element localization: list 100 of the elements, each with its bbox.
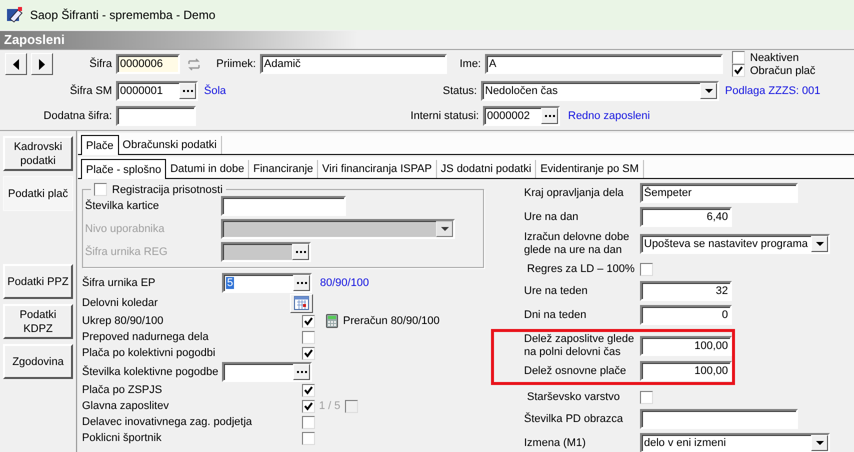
tab[interactable]: Financiranje <box>249 160 318 178</box>
text-field[interactable] <box>116 106 196 126</box>
checkbox-label: Neaktiven <box>750 52 799 64</box>
field-label: Šifra urnika EP <box>82 276 156 288</box>
lookup-field[interactable] <box>222 362 312 382</box>
field-label: Poklicni športnik <box>82 432 162 444</box>
left-arrow-icon <box>13 58 19 70</box>
next-button[interactable] <box>31 53 53 75</box>
field-label: Kraj opravljanja dela <box>524 186 625 200</box>
checkbox[interactable] <box>345 400 358 412</box>
sync-icon <box>188 58 200 70</box>
text-field[interactable] <box>221 196 346 216</box>
number-field[interactable]: 32 <box>640 281 732 301</box>
tab[interactable]: JS dodatni podatki <box>436 160 536 178</box>
dropdown-field[interactable]: Upošteva se nastavitev programa <box>640 234 830 254</box>
sidebar-button[interactable]: Podatki PPZ <box>3 264 73 299</box>
calculator-icon <box>326 314 338 328</box>
tab[interactable]: Plače - splošno <box>81 159 166 179</box>
browse-button[interactable] <box>293 274 310 290</box>
field-label: Dodatna šifra: <box>42 110 113 122</box>
field-label: Delavec inovativnega zag. podjetja <box>82 416 252 428</box>
field-label: Priimek: <box>215 58 257 70</box>
field-label: Status: <box>442 85 478 97</box>
number-field[interactable]: 6,40 <box>640 207 732 227</box>
text-field[interactable] <box>640 409 798 429</box>
number-field[interactable]: 100,00 <box>640 336 732 356</box>
browse-button[interactable] <box>541 108 558 124</box>
previous-button[interactable] <box>5 53 27 75</box>
sidebar-button[interactable]: Kadrovski podatki <box>3 136 73 171</box>
field-label: Prepoved nadurnega dela <box>82 331 210 343</box>
field-label: Šifra urnika REG <box>85 246 169 258</box>
field-label: Plača po kolektivni pogodbi <box>82 347 216 359</box>
field-label: Delovni koledar <box>82 297 159 309</box>
lookup-result: Šola <box>203 85 228 97</box>
dropdown-button[interactable] <box>811 236 828 252</box>
checkbox[interactable] <box>640 262 653 276</box>
checkbox-label: Registracija prisotnosti <box>112 184 223 196</box>
checkbox[interactable] <box>302 346 315 360</box>
field-label: Ime: <box>458 58 482 70</box>
dropdown-field[interactable]: delo v eni izmeni <box>640 433 830 452</box>
checkbox-label: Obračun plač <box>750 64 816 76</box>
field-label: Številka PD obrazca <box>524 412 624 426</box>
field-label: Starševsko varstvo <box>526 391 621 403</box>
sidebar-button[interactable]: Zgodovina <box>3 344 73 379</box>
tab[interactable]: Obračunski podatki <box>118 136 222 154</box>
field-label: Delež osnovne plače <box>524 364 628 378</box>
calendar-button[interactable] <box>290 294 313 312</box>
lookup-field[interactable]: 5 <box>222 272 312 292</box>
right-arrow-icon <box>39 58 45 70</box>
caret-down-icon <box>440 227 448 231</box>
field-label: Šifra <box>88 58 113 70</box>
tab[interactable]: Evidentiranje po SM <box>536 160 644 178</box>
checkbox[interactable] <box>302 400 315 412</box>
field-label: Dni na teden <box>524 308 588 322</box>
tab[interactable]: Viri financiranja ISPAP <box>318 160 437 178</box>
lookup-result: 80/90/100 <box>320 276 369 288</box>
checkbox[interactable] <box>732 51 745 64</box>
caret-down-icon <box>816 242 824 246</box>
status-dropdown[interactable]: Nedoločen čas <box>481 81 719 101</box>
dropdown-button[interactable] <box>811 435 828 451</box>
field-label: Šifra SM <box>68 85 113 97</box>
lookup-field[interactable]: 0000001 <box>116 81 198 101</box>
number-field[interactable]: 100,00 <box>640 361 732 381</box>
field-label: Številka kartice <box>85 200 160 212</box>
checkbox[interactable] <box>302 416 315 428</box>
name-field[interactable]: A <box>485 54 723 74</box>
field-label: Ure na teden <box>524 284 589 298</box>
field-label: Nivo uporabnika <box>85 223 166 235</box>
field-label: Delež zaposlitve glede na polni delovni čas <box>524 333 636 359</box>
counter-label: 1 / 5 <box>319 400 342 412</box>
checkbox[interactable] <box>640 390 653 404</box>
tab[interactable]: Datumi in dobe <box>166 160 250 178</box>
dropdown-button[interactable] <box>700 83 717 99</box>
info-label: Podlaga ZZZS: 001 <box>725 85 820 97</box>
checkbox[interactable] <box>302 314 315 328</box>
browse-button[interactable] <box>293 364 310 380</box>
field-label: Plača po ZSPJS <box>82 384 164 396</box>
surname-field[interactable]: Adamič <box>260 54 447 74</box>
caret-down-icon <box>704 89 712 93</box>
field-label: Ukrep 80/90/100 <box>82 315 164 327</box>
sidebar-button[interactable]: Podatki plač <box>3 176 73 211</box>
checkbox[interactable] <box>302 330 315 344</box>
action-label: Preračun 80/90/100 <box>343 315 441 327</box>
number-field[interactable]: 0 <box>640 305 732 325</box>
window-title: Saop Šifranti - sprememba - Demo <box>30 8 216 22</box>
tab[interactable]: Plače <box>81 135 119 155</box>
field-label: Glavna zaposlitev <box>82 400 170 412</box>
sidebar-button[interactable]: Podatki KDPZ <box>3 304 73 339</box>
field-label: Številka kolektivne pogodbe <box>82 366 220 378</box>
checkbox[interactable] <box>302 432 315 444</box>
lookup-result: Redno zaposleni <box>568 110 650 122</box>
lookup-field[interactable]: 0000002 <box>483 106 560 126</box>
checkbox[interactable] <box>302 384 315 396</box>
browse-button[interactable] <box>179 83 196 99</box>
checkbox[interactable] <box>94 183 107 196</box>
field-label: Ure na dan <box>524 210 580 224</box>
field-label: Izračun delovne dobe glede na ure na dan <box>524 231 630 257</box>
code-field[interactable]: 0000006 <box>116 54 180 74</box>
checkbox[interactable] <box>732 64 745 77</box>
field-label: Izmena (M1) <box>524 436 587 450</box>
